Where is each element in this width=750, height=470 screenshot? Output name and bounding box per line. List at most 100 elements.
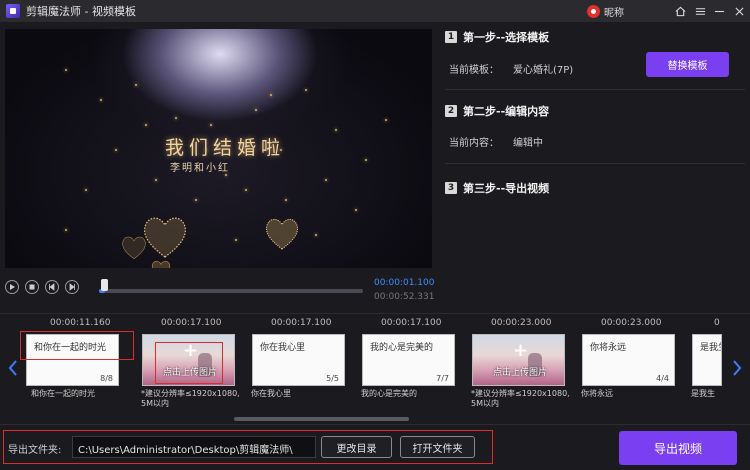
sparkle-dot xyxy=(115,149,117,151)
sparkle-dot xyxy=(135,84,137,86)
clip-caption: *建议分辨率≤1920x1080, 5M以内 xyxy=(141,389,240,408)
current-content-value: 编辑中 xyxy=(513,138,543,149)
progress-track[interactable] xyxy=(99,289,363,293)
preview-title-text: 我们结婚啦 xyxy=(165,137,286,159)
stop-button[interactable] xyxy=(25,280,39,294)
step-1-number: 1 xyxy=(445,31,457,43)
sparkle-dot xyxy=(255,109,257,111)
play-icon xyxy=(10,284,15,290)
previous-icon xyxy=(49,283,55,291)
step-3-number: 3 xyxy=(445,182,457,194)
clip-char-count: 5/5 xyxy=(326,374,339,383)
sparkle-dot xyxy=(100,99,102,101)
clip-text: 是我生 xyxy=(700,343,721,353)
step-3-header: 3 第三步--导出视频 xyxy=(445,180,549,196)
sparkle-dot xyxy=(225,174,227,176)
previous-frame-button[interactable] xyxy=(45,280,59,294)
sparkle-dot xyxy=(205,149,207,151)
heart-decoration xyxy=(122,236,146,260)
clip-time: 0 xyxy=(714,318,720,328)
sparkle-dot xyxy=(325,179,327,181)
step-2-header: 2 第二步--编辑内容 xyxy=(445,103,549,119)
step-2-title: 第二步--编辑内容 xyxy=(463,105,550,118)
home-icon[interactable] xyxy=(672,3,688,19)
divider xyxy=(445,163,745,164)
highlight-box xyxy=(3,430,493,464)
highlight-box xyxy=(20,331,134,360)
highlight-box xyxy=(155,342,223,384)
play-button[interactable] xyxy=(5,280,19,294)
current-template-info: 当前模板： 爱心婚礼(7P) xyxy=(449,61,573,76)
sparkle-dot xyxy=(315,234,317,236)
clip-time: 00:00:23.000 xyxy=(601,318,662,328)
sparkle-dot xyxy=(385,119,387,121)
sparkle-dot xyxy=(280,149,282,151)
text-clip-3[interactable]: 我的心是完美的 7/7 xyxy=(362,334,455,386)
clip-time: 00:00:11.160 xyxy=(50,318,111,328)
heart-decoration xyxy=(151,260,171,268)
stop-icon xyxy=(29,284,35,290)
user-avatar-icon xyxy=(587,5,600,18)
title-bar: 剪辑魔法师 - 视频模板 昵称 xyxy=(0,0,750,22)
text-clip-5[interactable]: 是我生 xyxy=(692,334,722,386)
clip-text: 我的心是完美的 xyxy=(370,343,434,353)
clip-time: 00:00:17.100 xyxy=(271,318,332,328)
scroll-right-icon[interactable] xyxy=(732,360,742,376)
sparkle-dot xyxy=(270,94,272,96)
clip-char-count: 8/8 xyxy=(100,374,113,383)
user-account[interactable]: 昵称 xyxy=(587,4,624,19)
step-3-title: 第三步--导出视频 xyxy=(463,182,550,195)
sparkle-dot xyxy=(210,124,212,126)
export-video-button[interactable]: 导出视频 xyxy=(619,431,737,465)
video-preview[interactable]: 我们结婚啦 李明和小红 xyxy=(5,29,432,268)
app-logo-icon xyxy=(6,4,20,18)
current-content-info: 当前内容： 编辑中 xyxy=(449,134,543,149)
clip-caption: 和你在一起的时光 xyxy=(31,389,95,398)
heart-decoration xyxy=(266,218,298,250)
next-icon xyxy=(69,283,75,291)
close-icon[interactable] xyxy=(731,3,747,19)
horizontal-scrollbar[interactable] xyxy=(234,417,409,421)
current-time: 00:00:01.100 xyxy=(374,278,435,288)
clip-text: 你将永远 xyxy=(590,343,627,353)
clip-time: 00:00:23.000 xyxy=(491,318,552,328)
clip-caption: 是我生 xyxy=(691,389,715,398)
preview-subtitle-text: 李明和小红 xyxy=(170,163,230,174)
sparkle-dot xyxy=(175,117,177,119)
export-footer: 导出文件夹: C:\Users\Administrator\Desktop\剪辑… xyxy=(0,424,750,470)
sparkle-dot xyxy=(65,69,67,71)
clip-caption: 我的心是完美的 xyxy=(361,389,417,398)
text-clip-2[interactable]: 你在我心里 5/5 xyxy=(252,334,345,386)
step-2-number: 2 xyxy=(445,105,457,117)
scroll-left-icon[interactable] xyxy=(8,360,18,376)
user-name: 昵称 xyxy=(604,8,624,19)
text-clip-4[interactable]: 你将永远 4/4 xyxy=(582,334,675,386)
upload-image-label[interactable]: 点击上传图片 xyxy=(493,365,547,378)
progress-thumb[interactable] xyxy=(101,279,108,291)
sparkle-dot xyxy=(235,239,237,241)
sparkle-dot xyxy=(335,129,337,131)
clip-text: 你在我心里 xyxy=(260,343,306,353)
menu-icon[interactable] xyxy=(692,3,708,19)
clip-time: 00:00:17.100 xyxy=(381,318,442,328)
clip-timeline: 00:00:11.160 00:00:17.100 00:00:17.100 0… xyxy=(0,313,750,424)
sparkle-dot xyxy=(195,199,197,201)
clip-caption: 你在我心里 xyxy=(251,389,291,398)
sparkle-dot xyxy=(65,229,67,231)
step-1-header: 1 第一步--选择模板 xyxy=(445,29,549,45)
clip-time: 00:00:17.100 xyxy=(161,318,222,328)
minimize-icon[interactable] xyxy=(711,3,727,19)
sparkle-dot xyxy=(355,209,357,211)
playback-controls xyxy=(5,280,85,294)
sparkle-dot xyxy=(365,159,367,161)
sparkle-dot xyxy=(305,89,307,91)
next-frame-button[interactable] xyxy=(65,280,79,294)
sparkle-dot xyxy=(245,189,247,191)
replace-template-button[interactable]: 替换模板 xyxy=(646,52,729,77)
sparkle-dot xyxy=(155,179,157,181)
window-title: 剪辑魔法师 - 视频模板 xyxy=(26,5,136,18)
current-template-label: 当前模板： xyxy=(449,65,499,76)
plus-icon: + xyxy=(513,340,529,361)
divider xyxy=(445,89,745,90)
photo-clip-2[interactable]: + 点击上传图片 xyxy=(472,334,565,386)
